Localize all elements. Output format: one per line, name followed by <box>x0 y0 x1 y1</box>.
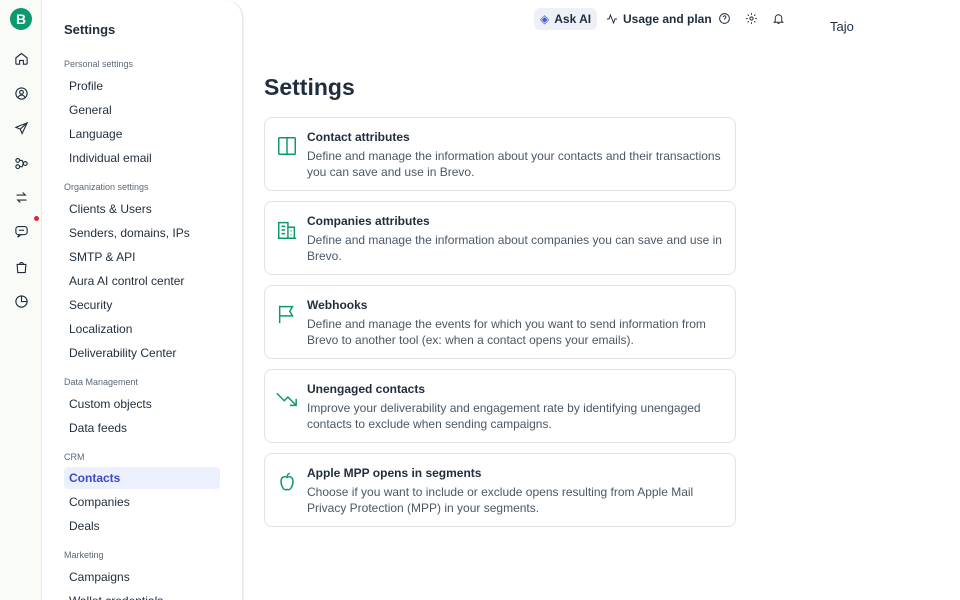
sidebar-item-profile[interactable]: Profile <box>64 75 220 97</box>
meetings-icon[interactable] <box>12 292 30 310</box>
trending-down-icon <box>276 387 298 409</box>
automations-icon[interactable] <box>12 154 30 172</box>
usage-and-plan-button[interactable]: Usage and plan <box>600 8 718 30</box>
sidebar-item-language[interactable]: Language <box>64 123 220 145</box>
sidebar-item-smtp-api[interactable]: SMTP & API <box>64 246 220 268</box>
conversations-icon[interactable] <box>12 222 30 240</box>
sidebar-item-security[interactable]: Security <box>64 294 220 316</box>
ask-ai-button[interactable]: ◈ Ask AI <box>534 8 598 30</box>
help-icon[interactable] <box>717 11 731 25</box>
sidebar-item-companies[interactable]: Companies <box>64 491 220 513</box>
sidebar-item-general[interactable]: General <box>64 99 220 121</box>
section-personal-settings: Personal settings <box>64 59 134 69</box>
sidebar-item-clients-users[interactable]: Clients & Users <box>64 198 220 220</box>
sidebar-item-contacts[interactable]: Contacts <box>64 467 220 489</box>
sidebar-item-aura-ai[interactable]: Aura AI control center <box>64 270 220 292</box>
sparkle-icon: ◈ <box>540 12 550 26</box>
card-description: Define and manage the information about … <box>307 233 722 263</box>
building-icon <box>276 219 298 241</box>
home-icon[interactable] <box>12 49 30 67</box>
card-title: Contact attributes <box>307 130 410 144</box>
card-webhooks[interactable]: Webhooks Define and manage the events fo… <box>264 285 736 359</box>
usage-label: Usage and plan <box>623 12 712 26</box>
sidebar-item-individual-email[interactable]: Individual email <box>64 147 220 169</box>
card-description: Choose if you want to include or exclude… <box>307 485 694 515</box>
card-description: Define and manage the events for which y… <box>307 317 706 347</box>
apple-icon <box>276 471 298 493</box>
sidebar-item-localization[interactable]: Localization <box>64 318 220 340</box>
card-title: Companies attributes <box>307 214 430 228</box>
card-unengaged-contacts[interactable]: Unengaged contacts Improve your delivera… <box>264 369 736 443</box>
card-contact-attributes[interactable]: Contact attributes Define and manage the… <box>264 117 736 191</box>
sidebar-item-wallet-credentials[interactable]: Wallet credentials <box>64 590 220 600</box>
app-rail: B <box>0 0 42 600</box>
card-title: Apple MPP opens in segments <box>307 466 482 480</box>
sidebar-item-deals[interactable]: Deals <box>64 515 220 537</box>
transactional-icon[interactable] <box>12 188 30 206</box>
sidebar-item-campaigns[interactable]: Campaigns <box>64 566 220 588</box>
activity-icon <box>607 13 617 25</box>
section-organization-settings: Organization settings <box>64 182 149 192</box>
sidebar-item-deliverability-center[interactable]: Deliverability Center <box>64 342 220 364</box>
card-description: Define and manage the information about … <box>307 149 721 179</box>
columns-icon <box>276 135 298 157</box>
card-title: Unengaged contacts <box>307 382 426 396</box>
card-title: Webhooks <box>307 298 368 312</box>
section-data-management: Data Management <box>64 377 139 387</box>
ask-ai-label: Ask AI <box>554 12 592 26</box>
brevo-logo[interactable]: B <box>10 8 32 30</box>
flag-icon <box>276 303 298 325</box>
sidebar-item-data-feeds[interactable]: Data feeds <box>64 417 220 439</box>
sidebar-item-senders-domains-ips[interactable]: Senders, domains, IPs <box>64 222 220 244</box>
settings-sidebar: Settings Personal settings Profile Gener… <box>42 0 243 600</box>
card-companies-attributes[interactable]: Companies attributes Define and manage t… <box>264 201 736 275</box>
bell-icon[interactable] <box>771 11 785 25</box>
card-apple-mpp[interactable]: Apple MPP opens in segments Choose if yo… <box>264 453 736 527</box>
section-crm: CRM <box>64 452 85 462</box>
contacts-icon[interactable] <box>12 84 30 102</box>
page-title: Settings <box>264 74 355 100</box>
card-description: Improve your deliverability and engageme… <box>307 401 701 431</box>
user-name[interactable]: Tajo <box>830 19 854 34</box>
ecommerce-icon[interactable] <box>12 258 30 276</box>
notification-dot <box>34 216 39 221</box>
campaigns-send-icon[interactable] <box>12 119 30 137</box>
sidebar-title: Settings <box>64 22 116 37</box>
sidebar-item-custom-objects[interactable]: Custom objects <box>64 393 220 415</box>
section-marketing: Marketing <box>64 550 104 560</box>
gear-icon[interactable] <box>744 11 758 25</box>
